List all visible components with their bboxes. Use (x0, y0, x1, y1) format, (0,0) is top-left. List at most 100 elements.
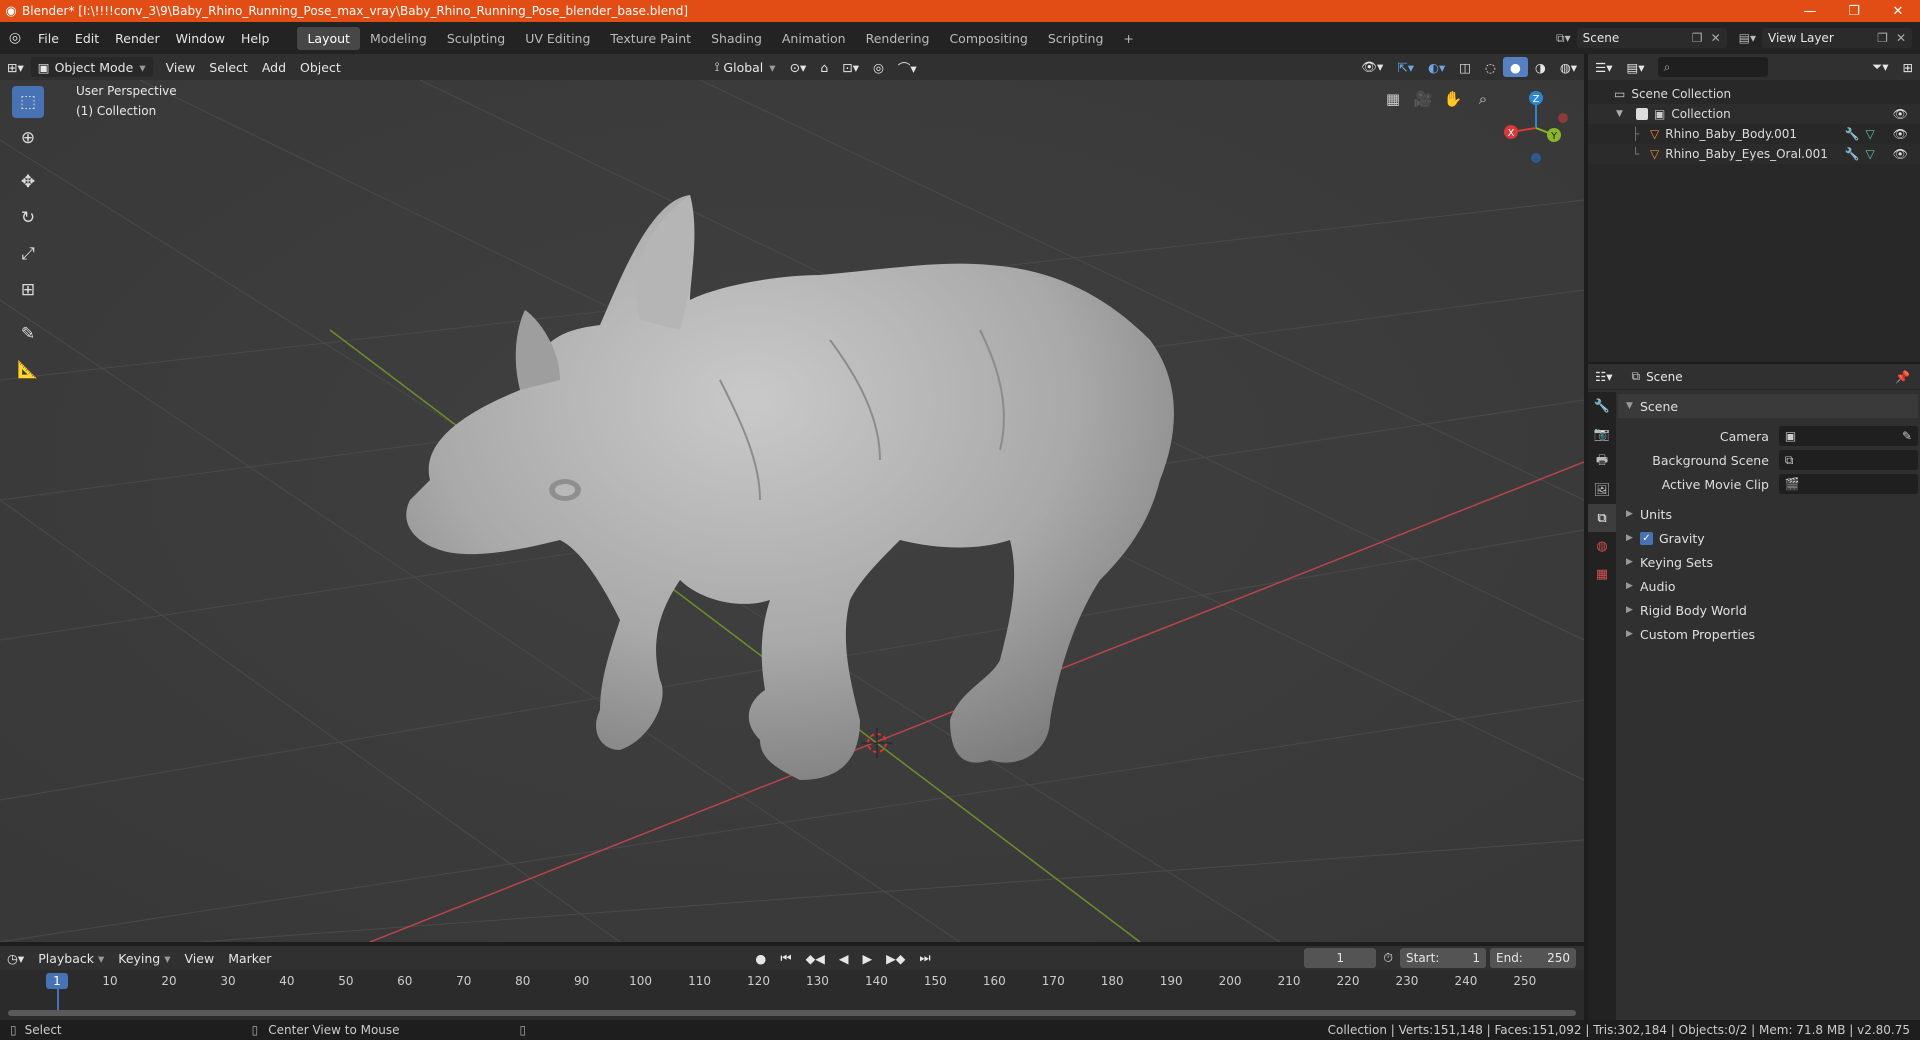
blender-menu-icon[interactable]: ◎ (0, 30, 30, 46)
keying-sets-panel[interactable]: ▶ Keying Sets (1618, 550, 1918, 574)
mesh-data-icon[interactable]: ▽ (1866, 147, 1875, 161)
material-shading-icon[interactable]: ◑ (1528, 57, 1553, 77)
timeline-menu-marker[interactable]: Marker (221, 948, 278, 968)
transform-tool-icon[interactable]: ⊞ (12, 274, 44, 306)
pan-hand-icon[interactable]: ✋ (1440, 86, 1466, 112)
play-reverse-icon[interactable]: ◀ (832, 948, 856, 968)
annotate-tool-icon[interactable]: ✎ (12, 318, 44, 350)
rendered-shading-icon[interactable]: ◍▾ (1553, 57, 1584, 77)
scene-field[interactable]: Scene ❐ ✕ (1576, 28, 1727, 48)
scene-selector-icon[interactable]: ⧉▾ (1550, 31, 1577, 46)
collection-checkbox[interactable] (1636, 108, 1648, 120)
gizmo-toggle-icon[interactable]: ⇱▾ (1390, 57, 1421, 77)
minimize-button[interactable]: — (1788, 4, 1832, 19)
overlays-toggle-icon[interactable]: ◐▾ (1421, 57, 1452, 77)
maximize-button[interactable]: ❐ (1832, 4, 1876, 19)
audio-panel[interactable]: ▶ Audio (1618, 574, 1918, 598)
proportional-edit-icon[interactable]: ◎ (866, 57, 891, 77)
units-panel[interactable]: ▶ Units (1618, 502, 1918, 526)
tab-shading[interactable]: Shading (701, 27, 772, 50)
view-layer-field[interactable]: View Layer ❐ ✕ (1762, 28, 1912, 48)
rigid-body-world-panel[interactable]: ▶ Rigid Body World (1618, 598, 1918, 622)
gravity-panel[interactable]: ▶ ✓ Gravity (1618, 526, 1918, 550)
background-scene-field[interactable]: ⧉ (1778, 450, 1918, 470)
outliner-row-object[interactable]: └ ▽ Rhino_Baby_Eyes_Oral.001 🔧 ▽ 👁 (1588, 144, 1920, 164)
view-layer-selector-icon[interactable]: ▤▾ (1727, 31, 1762, 45)
move-tool-icon[interactable]: ✥ (12, 166, 44, 198)
close-button[interactable]: ✕ (1876, 4, 1920, 19)
expand-arrow-icon[interactable]: ▼ (1616, 109, 1630, 119)
world-tab-icon[interactable]: ◍ (1588, 532, 1616, 560)
tab-sculpting[interactable]: Sculpting (437, 27, 515, 50)
start-frame-field[interactable]: Start: 1 (1400, 948, 1486, 968)
solid-shading-icon[interactable]: ● (1502, 57, 1528, 77)
prev-keyframe-icon[interactable]: ◆◀ (799, 948, 832, 968)
select-box-tool-icon[interactable]: ⬚ (12, 86, 44, 118)
camera-field[interactable]: ▣ ✎ (1778, 426, 1918, 446)
timeline-editor-type-icon[interactable]: ◷▾ (0, 948, 31, 968)
gizmo-neg-x[interactable] (1558, 113, 1568, 123)
tab-rendering[interactable]: Rendering (856, 27, 940, 50)
menu-edit[interactable]: Edit (67, 31, 107, 46)
current-frame-field[interactable]: 1 (1304, 948, 1377, 968)
scene-tab-icon[interactable]: ⧉ (1588, 504, 1616, 532)
modifier-icon[interactable]: 🔧 (1845, 147, 1860, 161)
scene-panel-header[interactable]: ▼ Scene (1618, 394, 1918, 418)
outliner-row-scene-collection[interactable]: ▭ Scene Collection (1588, 84, 1920, 104)
jump-start-icon[interactable]: ⏮ (773, 948, 798, 968)
custom-properties-panel[interactable]: ▶ Custom Properties (1618, 622, 1918, 646)
timeline-ruler[interactable]: 1 10 20 30 40 50 60 70 80 90 100 110 120 130 140 150 160… (0, 970, 1584, 1020)
properties-editor-type-icon[interactable]: ☷▾ (1588, 367, 1619, 387)
filter-icon[interactable]: ⏷▾ (1865, 57, 1895, 77)
rotate-tool-icon[interactable]: ↻ (12, 202, 44, 234)
object-visibility-icon[interactable]: 👁 (1893, 127, 1908, 141)
object-visibility-icon[interactable]: 👁 (1893, 147, 1908, 161)
current-frame-indicator[interactable]: 1 (46, 973, 68, 989)
collection-visibility-icon[interactable]: 👁 (1893, 107, 1908, 121)
end-frame-field[interactable]: End: 250 (1490, 948, 1576, 968)
tab-modeling[interactable]: Modeling (360, 27, 437, 50)
viewport-menu-select[interactable]: Select (202, 57, 255, 77)
snap-target-icon[interactable]: ⊡▾ (835, 57, 866, 77)
jump-end-icon[interactable]: ⏭ (912, 948, 937, 968)
menu-window[interactable]: Window (168, 31, 233, 46)
falloff-icon[interactable]: ⌒▾ (891, 57, 924, 77)
zoom-icon[interactable]: ⌕ (1470, 86, 1496, 112)
gravity-checkbox[interactable]: ✓ (1640, 531, 1653, 545)
view-layer-tab-icon[interactable]: 🖼 (1588, 476, 1616, 504)
tab-compositing[interactable]: Compositing (939, 27, 1037, 50)
viewport-menu-object[interactable]: Object (293, 57, 348, 77)
tab-texture-paint[interactable]: Texture Paint (600, 27, 701, 50)
menu-file[interactable]: File (30, 31, 67, 46)
outliner-editor-type-icon[interactable]: ☰▾ (1588, 57, 1619, 77)
outliner-row-object[interactable]: ├ ▽ Rhino_Baby_Body.001 🔧 ▽ 👁 (1588, 124, 1920, 144)
delete-view-layer-icon[interactable]: ✕ (1896, 31, 1906, 45)
tab-layout[interactable]: Layout (297, 26, 360, 50)
outliner-search-input[interactable]: ⌕ (1657, 57, 1768, 77)
menu-render[interactable]: Render (107, 31, 168, 46)
grid-view-icon[interactable]: ▦ (1380, 86, 1406, 112)
delete-scene-icon[interactable]: ✕ (1711, 31, 1721, 45)
mode-dropdown[interactable]: ▣ Object Mode ▾ (30, 57, 153, 77)
pivot-point-icon[interactable]: ⊙▾ (783, 57, 814, 77)
camera-view-icon[interactable]: 🎥 (1410, 86, 1436, 112)
wireframe-shading-icon[interactable]: ◌ (1478, 57, 1503, 77)
tab-scripting[interactable]: Scripting (1038, 27, 1114, 50)
navigation-gizmo[interactable]: Z X Y (1496, 88, 1576, 168)
new-collection-icon[interactable]: ⊞ (1896, 57, 1920, 77)
cursor-tool-icon[interactable]: ⊕ (12, 122, 44, 154)
active-movie-clip-field[interactable]: 🎬 (1778, 474, 1918, 494)
menu-help[interactable]: Help (233, 31, 278, 46)
timeline-menu-playback[interactable]: Playback ▾ (31, 948, 111, 968)
editor-type-icon[interactable]: ⊞▾ (0, 57, 31, 77)
xray-toggle-icon[interactable]: ◫ (1452, 57, 1478, 77)
new-scene-icon[interactable]: ❐ (1692, 31, 1703, 45)
eyedropper-icon[interactable]: ✎ (1902, 429, 1912, 443)
scale-tool-icon[interactable]: ⤢ (12, 238, 44, 270)
mesh-data-icon[interactable]: ▽ (1866, 127, 1875, 141)
render-tab-icon[interactable]: 📷 (1588, 420, 1616, 448)
output-tab-icon[interactable]: 🖶 (1588, 448, 1616, 476)
tab-animation[interactable]: Animation (772, 27, 856, 50)
modifier-icon[interactable]: 🔧 (1845, 127, 1860, 141)
tab-uv-editing[interactable]: UV Editing (515, 27, 600, 50)
